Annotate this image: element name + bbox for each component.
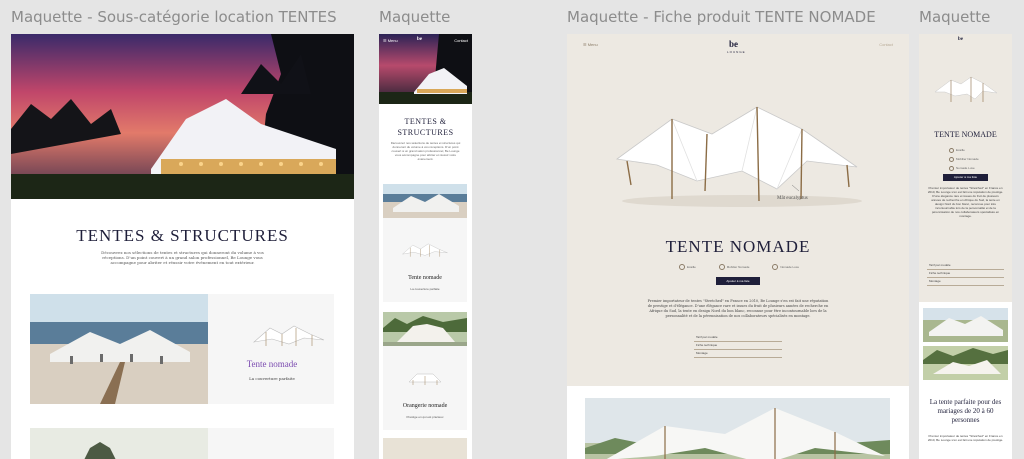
brand-logo[interactable]: be	[958, 37, 963, 42]
spec-item: Mobilier Nomade	[718, 264, 749, 270]
product-links: Tarif par modèle Fiche technique Montage	[694, 334, 782, 358]
product-title: TENTE NOMADE	[934, 130, 997, 139]
artboard-product-desktop[interactable]: ☰ Menu be LOUNGE Contact Mât eucalyptus …	[567, 34, 909, 459]
product-card-name[interactable]: Tente nomade	[210, 359, 334, 369]
tent-nomade-product-image	[615, 106, 862, 207]
product-annotation: Mât eucalyptus	[777, 196, 808, 201]
product-card-tente-nomade[interactable]: Tente nomade La couverture parfaite	[383, 184, 467, 302]
brand-logo-subtitle: LOUNGE	[727, 50, 746, 54]
menu-button[interactable]: ☰ Menu	[583, 42, 598, 47]
spec-item: Mobilier Nomade	[949, 155, 979, 164]
link-fiche-technique[interactable]: Fiche technique	[927, 270, 1004, 278]
spec-item: Nomade Luxe	[772, 264, 799, 270]
page-title: TENTES & STRUCTURES	[76, 226, 289, 245]
hero-sunset-tent-image	[11, 34, 354, 199]
product-specs: Ecaille Mobilier Nomade Nomade Luxe	[679, 264, 799, 270]
tent-nomade-thumbnail	[401, 243, 448, 257]
page-title: TENTES & STRUCTURES	[397, 117, 454, 137]
link-montage[interactable]: Montage	[694, 350, 782, 358]
product-title: TENTE NOMADE	[665, 237, 811, 256]
hero-sunset-tent-image-mobile	[379, 34, 472, 104]
product-card-name[interactable]: Tente nomade	[383, 275, 467, 281]
page-description: Découvrez nos sélections de tentes et st…	[101, 250, 264, 265]
link-montage[interactable]: Montage	[927, 278, 1004, 286]
frame-label-subcategory-desktop[interactable]: Maquette - Sous-catégorie location TENTE…	[11, 8, 354, 26]
add-to-list-button[interactable]: Ajouter à ma liste	[716, 277, 760, 285]
product-description: Premier importateur de tentes "Stretched…	[647, 299, 829, 318]
contact-link[interactable]: Contact	[454, 38, 468, 43]
brand-logo[interactable]: be	[729, 39, 738, 49]
artboard-subcategory-desktop[interactable]: TENTES & STRUCTURES Découvrez nos sélect…	[11, 34, 354, 459]
link-tarif[interactable]: Tarif par modèle	[694, 334, 782, 342]
tent-outdoor-photo	[585, 398, 890, 459]
frame-label-subcategory-mobile[interactable]: Maquette	[379, 8, 472, 26]
beach-tent-photo	[383, 184, 467, 218]
spec-icon	[949, 165, 954, 171]
frame-label-product-desktop[interactable]: Maquette - Fiche produit TENTE NOMADE	[567, 8, 909, 26]
link-fiche-technique[interactable]: Fiche technique	[694, 342, 782, 350]
product-card-tagline: La couverture parfaite	[249, 376, 295, 381]
section-description: Premier importateur de tentes "Stretched…	[927, 434, 1004, 442]
spec-icon	[772, 264, 779, 270]
spec-item: Nomade Luxe	[949, 164, 979, 173]
contact-link[interactable]: Contact	[879, 42, 893, 47]
product-card-tente-nomade[interactable]: Tente nomade La couverture parfaite	[30, 294, 334, 404]
product-card-tagline: Prestige en qui est précieux	[406, 415, 444, 419]
add-to-list-button[interactable]: Ajouter à ma liste	[943, 174, 988, 181]
product-card-next[interactable]	[30, 428, 334, 459]
menu-button[interactable]: ☰ Menu	[383, 38, 398, 43]
link-tarif[interactable]: Tarif par modèle	[927, 262, 1004, 270]
product-description: Premier importateur de tentes "Stretched…	[927, 186, 1004, 218]
product-card-tagline: La couverture parfaite	[410, 287, 440, 291]
orangerie-photo	[383, 312, 467, 346]
artboard-product-mobile[interactable]: be TENTE NOMADE Ecaille Mobilier Nomade …	[919, 34, 1012, 459]
spec-icon	[949, 156, 954, 162]
tent-garden-photo	[923, 346, 1008, 380]
spec-icon	[949, 147, 954, 153]
brand-logo[interactable]: be	[417, 37, 422, 42]
orangerie-thumbnail	[408, 373, 442, 385]
frame-label-product-mobile[interactable]: Maquette	[919, 8, 1012, 26]
tent-nomade-product-image	[934, 76, 998, 102]
spec-item: Ecaille	[949, 146, 979, 155]
artboard-subcategory-mobile[interactable]: ☰ Menu be Contact TENTES & STRUCTURES Dé…	[379, 34, 472, 459]
product-links: Tarif par modèle Fiche technique Montage	[927, 262, 1004, 286]
product-card-name[interactable]: Orangerie nomade	[383, 403, 467, 409]
spec-item: Ecaille	[679, 264, 696, 270]
product-specs: Ecaille Mobilier Nomade Nomade Luxe	[949, 146, 979, 173]
tent-nomade-thumbnail	[253, 325, 325, 346]
product-card-next[interactable]	[383, 438, 467, 459]
product-card-orangerie-nomade[interactable]: Orangerie nomade Prestige en qui est pré…	[383, 312, 467, 430]
beach-tent-photo	[30, 294, 208, 404]
page-description: Découvrez nos sélections de tentes et st…	[390, 141, 461, 161]
section-headline: La tente parfaite pour des mariages de 2…	[929, 398, 1002, 424]
spec-icon	[718, 264, 725, 270]
spec-icon	[679, 264, 685, 270]
tent-photo-partial	[30, 428, 208, 459]
tent-beach-photo	[923, 308, 1008, 342]
